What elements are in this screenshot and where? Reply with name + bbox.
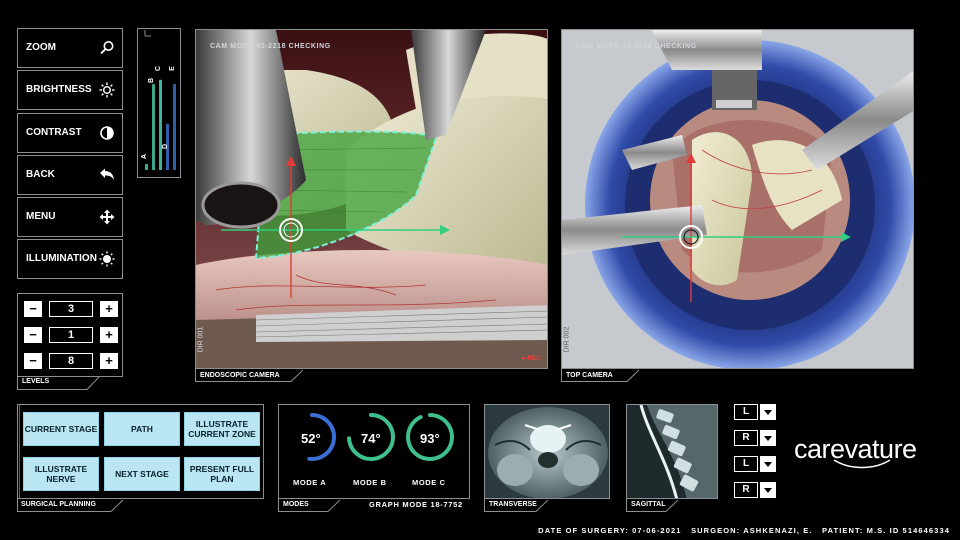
- endoscopic-mode-text: CAM MODE 43-2218 CHECKING: [210, 43, 331, 50]
- level-2-minus-button[interactable]: −: [24, 327, 42, 343]
- level-row-3: − 8 +: [24, 353, 118, 369]
- sagittal-scan[interactable]: [626, 404, 718, 499]
- top-camera-scene: [562, 30, 913, 368]
- level-1-value[interactable]: 3: [49, 301, 93, 317]
- side-selector-4-dropdown[interactable]: [760, 482, 776, 498]
- chevron-down-icon: [764, 462, 772, 467]
- level-2-plus-button[interactable]: +: [100, 327, 118, 343]
- modes-tab-outline: [278, 499, 341, 512]
- current-stage-button[interactable]: CURRENT STAGE: [23, 412, 99, 446]
- next-stage-button[interactable]: NEXT STAGE: [104, 457, 180, 491]
- zoom-icon: [100, 41, 114, 55]
- back-label: BACK: [26, 169, 55, 180]
- logo-swoosh: [833, 459, 891, 469]
- illumination-icon: [99, 251, 115, 267]
- surgical-planning-panel: CURRENT STAGE PATH ILLUSTRATE CURRENT ZO…: [17, 404, 264, 499]
- contrast-button[interactable]: CONTRAST: [17, 113, 123, 153]
- meter-label-e: E: [168, 66, 176, 71]
- meter-label-c: C: [155, 65, 163, 72]
- levels-panel: − 3 + − 1 + − 8 +: [17, 293, 123, 377]
- side-selector-2-dropdown[interactable]: [760, 430, 776, 446]
- modes-panel: 52° 74° 93° MODE A MODE B MODE C: [278, 404, 470, 499]
- meter-label-d: D: [162, 143, 170, 150]
- mode-a-label: MODE A: [293, 478, 327, 487]
- top-camera-tab-outline: [561, 369, 640, 382]
- chevron-down-icon: [764, 436, 772, 441]
- zoom-button[interactable]: ZOOM: [17, 28, 123, 68]
- mode-c-label: MODE C: [412, 478, 446, 487]
- move-arrows-icon: [99, 209, 115, 225]
- zoom-label: ZOOM: [26, 42, 56, 53]
- side-selector-1-dropdown[interactable]: [760, 404, 776, 420]
- level-meter-panel: A B C D E: [137, 28, 181, 178]
- level-row-1: − 3 +: [24, 301, 118, 317]
- meter-bar-e: [173, 84, 176, 170]
- graph-mode-text: GRAPH MODE 18-7752: [369, 500, 463, 509]
- chevron-down-icon: [764, 488, 772, 493]
- top-camera-dir-text: DIR 002: [563, 326, 571, 353]
- transverse-scan[interactable]: [484, 404, 610, 499]
- top-camera-mode-text: CAM MODE 12-5658 CHECKING: [576, 43, 697, 50]
- side-selector-3[interactable]: L: [734, 456, 776, 472]
- level-2-value[interactable]: 1: [49, 327, 93, 343]
- side-selector-4-value: R: [734, 482, 758, 498]
- meter-label-b: B: [148, 77, 156, 84]
- menu-button[interactable]: MENU: [17, 197, 123, 237]
- endoscopic-dir-text: DIR 001: [197, 326, 205, 353]
- mode-c-value: 93°: [420, 431, 440, 446]
- side-selector-3-value: L: [734, 456, 758, 472]
- meter-label-a: A: [141, 153, 149, 160]
- top-camera-view[interactable]: CAM MODE 12-5658 CHECKING DIR 002: [561, 29, 914, 369]
- side-selector-2[interactable]: R: [734, 430, 776, 446]
- levels-tab-outline: [17, 376, 100, 390]
- transverse-tab-outline: [484, 499, 549, 512]
- contrast-label: CONTRAST: [26, 127, 82, 138]
- level-row-2: − 1 +: [24, 327, 118, 343]
- illumination-label: ILLUMINATION: [26, 253, 97, 264]
- mode-a-value: 52°: [301, 431, 321, 446]
- brightness-label: BRIGHTNESS: [26, 84, 92, 95]
- endoscopic-tab-outline: [195, 369, 304, 382]
- meter-bar-a: [145, 164, 148, 170]
- meter-bar-b: [152, 84, 155, 170]
- side-selector-1[interactable]: L: [734, 404, 776, 420]
- back-arrow-icon: [100, 168, 114, 180]
- side-selector-4[interactable]: R: [734, 482, 776, 498]
- endoscopic-scene: [196, 30, 547, 368]
- level-3-value[interactable]: 8: [49, 353, 93, 369]
- illustrate-nerve-button[interactable]: ILLUSTRATE NERVE: [23, 457, 99, 491]
- sagittal-tab-outline: [626, 499, 679, 512]
- brightness-icon: [99, 82, 115, 98]
- side-selector-3-dropdown[interactable]: [760, 456, 776, 472]
- record-indicator: ● REC: [521, 355, 541, 362]
- back-button[interactable]: BACK: [17, 155, 123, 195]
- surgery-info-footer: DATE OF SURGERY: 07-06-2021 SURGEON: ASH…: [538, 526, 950, 535]
- sagittal-image: [627, 405, 717, 498]
- mode-b-value: 74°: [361, 431, 381, 446]
- level-1-plus-button[interactable]: +: [100, 301, 118, 317]
- planning-tab-outline: [17, 499, 124, 512]
- illustrate-current-zone-button[interactable]: ILLUSTRATE CURRENT ZONE: [184, 412, 260, 446]
- illumination-button[interactable]: ILLUMINATION: [17, 239, 123, 279]
- path-button[interactable]: PATH: [104, 412, 180, 446]
- chevron-down-icon: [764, 410, 772, 415]
- transverse-image: [485, 405, 609, 498]
- side-selector-1-value: L: [734, 404, 758, 420]
- contrast-icon: [100, 126, 114, 140]
- brightness-button[interactable]: BRIGHTNESS: [17, 70, 123, 110]
- mode-b-label: MODE B: [353, 478, 387, 487]
- present-full-plan-button[interactable]: PRESENT FULL PLAN: [184, 457, 260, 491]
- level-1-minus-button[interactable]: −: [24, 301, 42, 317]
- level-3-minus-button[interactable]: −: [24, 353, 42, 369]
- meter-bar-c: [159, 79, 162, 170]
- menu-label: MENU: [26, 211, 56, 222]
- side-selector-2-value: R: [734, 430, 758, 446]
- level-3-plus-button[interactable]: +: [100, 353, 118, 369]
- endoscopic-camera-view[interactable]: CAM MODE 43-2218 CHECKING DIR 001 ● REC: [195, 29, 548, 369]
